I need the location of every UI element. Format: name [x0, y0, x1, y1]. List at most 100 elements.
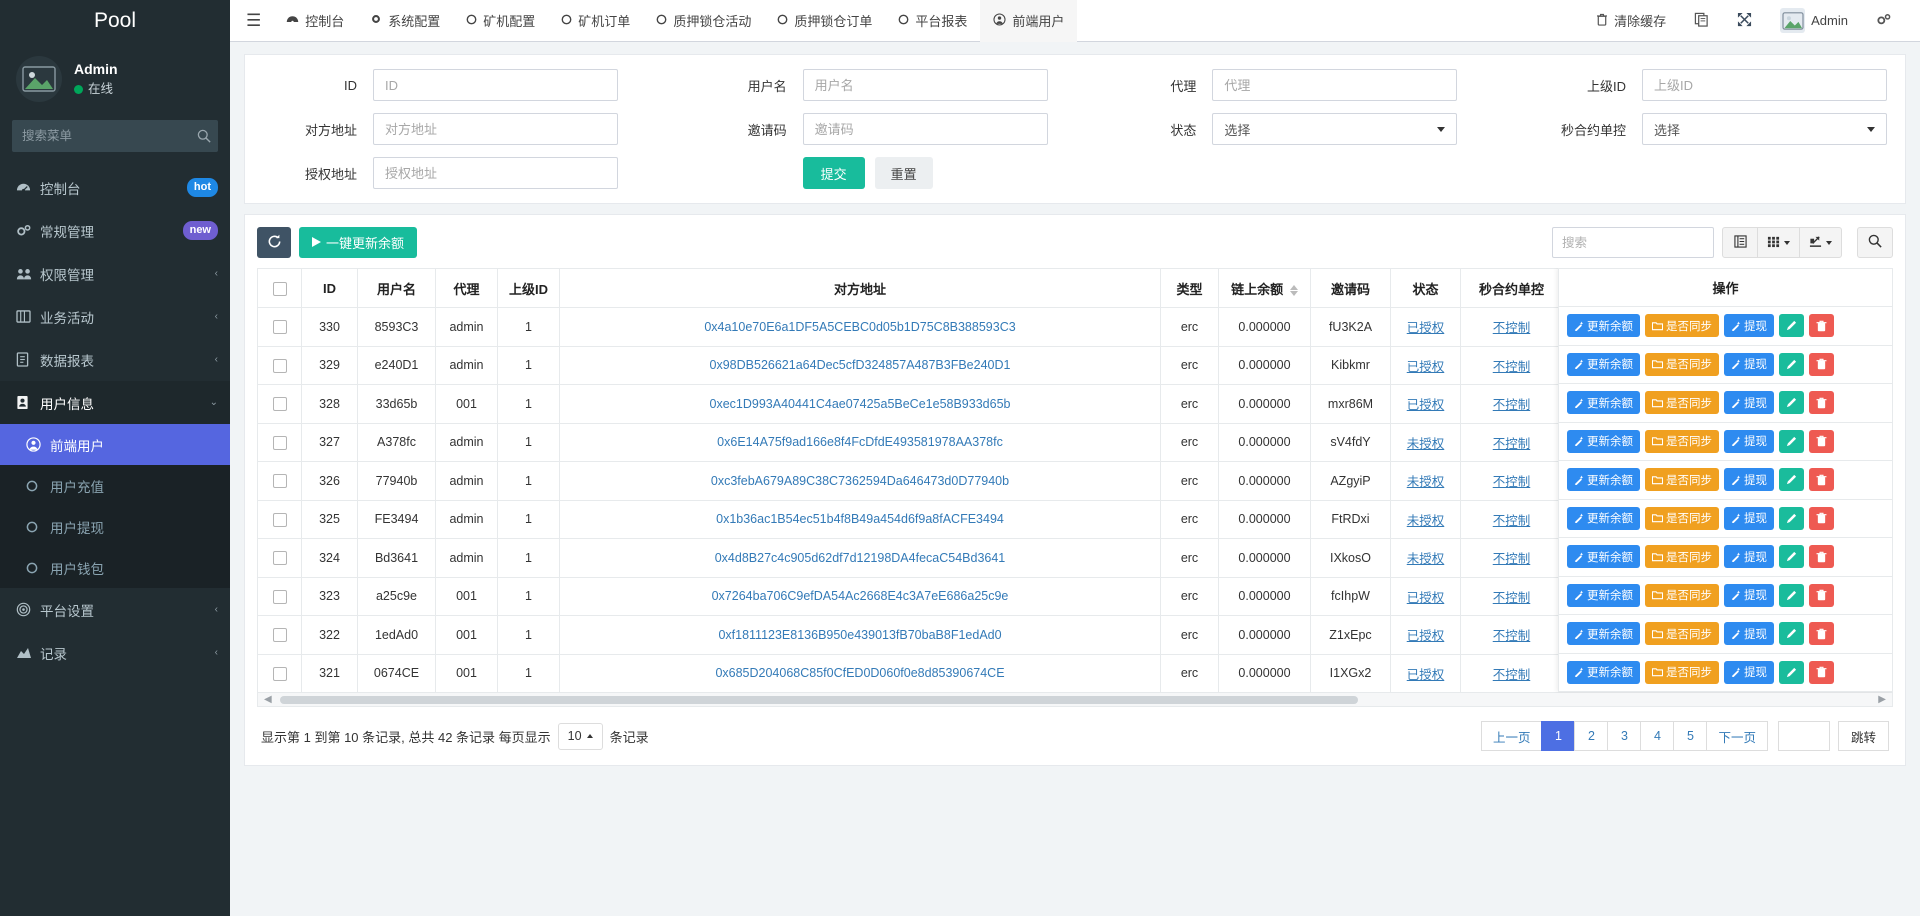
withdraw-button[interactable]: 提现	[1724, 352, 1774, 376]
col-balance[interactable]: 链上余额	[1218, 268, 1311, 308]
withdraw-button[interactable]: 提现	[1724, 314, 1774, 338]
edit-button[interactable]	[1779, 314, 1804, 338]
col-control[interactable]: 秒合约单控	[1460, 268, 1563, 308]
status-link[interactable]: 已授权	[1407, 321, 1445, 335]
col-username[interactable]: 用户名	[357, 268, 436, 308]
withdraw-button[interactable]: 提现	[1724, 622, 1774, 646]
sidebar-item-frontend-user[interactable]: 前端用户	[0, 424, 230, 465]
withdraw-button[interactable]: 提现	[1724, 429, 1774, 453]
row-checkbox[interactable]	[272, 551, 287, 566]
tab-pledge-lock-order[interactable]: 质押锁仓订单	[764, 0, 885, 42]
delete-button[interactable]	[1809, 314, 1834, 338]
delete-button[interactable]	[1809, 352, 1834, 376]
update-balance-button[interactable]: 更新余额	[1567, 468, 1640, 492]
address-link[interactable]: 0xf1811123E8136B950e439013fB70baB8F1edAd…	[718, 628, 1001, 642]
control-link[interactable]: 不控制	[1493, 668, 1531, 682]
status-link[interactable]: 已授权	[1407, 398, 1445, 412]
row-checkbox[interactable]	[272, 474, 287, 489]
select-all-checkbox[interactable]	[272, 281, 287, 296]
sync-toggle-button[interactable]: 是否同步	[1645, 352, 1719, 376]
clear-cache-button[interactable]: 清除缓存	[1582, 0, 1680, 42]
control-link[interactable]: 不控制	[1493, 360, 1531, 374]
withdraw-button[interactable]: 提现	[1724, 506, 1774, 530]
status-link[interactable]: 已授权	[1407, 629, 1445, 643]
delete-button[interactable]	[1809, 391, 1834, 415]
scrollbar-thumb[interactable]	[280, 695, 1359, 704]
sync-toggle-button[interactable]: 是否同步	[1645, 622, 1719, 646]
search-select-second-contract-control[interactable]: 选择	[1641, 113, 1887, 145]
search-input-invite-code[interactable]	[802, 113, 1048, 145]
update-balance-button[interactable]: 更新余额	[1567, 429, 1640, 453]
update-balance-button[interactable]: 更新余额	[1567, 391, 1640, 415]
sidebar-item-data-report[interactable]: 数据报表 ‹	[0, 338, 230, 381]
row-checkbox[interactable]	[272, 397, 287, 412]
address-link[interactable]: 0x6E14A75f9ad166e8f4FcDfdE493581978AA378…	[717, 435, 1003, 449]
sidebar-item-platform-settings[interactable]: 平台设置 ‹	[0, 588, 230, 631]
update-balance-button[interactable]: 更新余额	[1567, 583, 1640, 607]
sidebar-item-dashboard[interactable]: 控制台 hot	[0, 166, 230, 209]
row-checkbox[interactable]	[272, 512, 287, 527]
tab-dashboard[interactable]: 控制台	[273, 0, 357, 42]
delete-button[interactable]	[1809, 583, 1834, 607]
next-page-button[interactable]: 下一页	[1706, 721, 1768, 751]
user-menu-button[interactable]: Admin	[1766, 0, 1862, 42]
tab-frontend-user[interactable]: 前端用户	[980, 0, 1078, 42]
table-search-input[interactable]	[1552, 227, 1714, 258]
status-link[interactable]: 未授权	[1407, 475, 1445, 489]
sidebar-item-user-wallet[interactable]: 用户钱包	[0, 547, 230, 588]
row-checkbox[interactable]	[272, 358, 287, 373]
export-dropdown-button[interactable]	[1799, 227, 1842, 258]
edit-button[interactable]	[1779, 660, 1804, 684]
address-link[interactable]: 0x7264ba706C9efDA54Ac2668E4c3A7eE686a25c…	[712, 589, 1009, 603]
refresh-button[interactable]	[257, 227, 291, 258]
search-input-username[interactable]	[802, 69, 1048, 101]
withdraw-button[interactable]: 提现	[1724, 545, 1774, 569]
delete-button[interactable]	[1809, 429, 1834, 453]
row-checkbox[interactable]	[272, 628, 287, 643]
status-link[interactable]: 已授权	[1407, 668, 1445, 682]
sync-toggle-button[interactable]: 是否同步	[1645, 583, 1719, 607]
page-button-1[interactable]: 1	[1541, 721, 1576, 751]
page-size-selector[interactable]: 10	[557, 722, 603, 750]
scroll-right-arrow-icon[interactable]: ▶	[1878, 694, 1886, 705]
scroll-left-arrow-icon[interactable]: ◀	[264, 694, 272, 705]
copy-button[interactable]	[1680, 0, 1723, 42]
settings-button[interactable]	[1862, 0, 1906, 42]
edit-button[interactable]	[1779, 352, 1804, 376]
withdraw-button[interactable]: 提现	[1724, 468, 1774, 492]
delete-button[interactable]	[1809, 622, 1834, 646]
sync-toggle-button[interactable]: 是否同步	[1645, 429, 1719, 453]
page-button-4[interactable]: 4	[1640, 721, 1675, 751]
row-checkbox[interactable]	[272, 589, 287, 604]
update-balance-button[interactable]: 更新余额	[1567, 506, 1640, 530]
tab-platform-report[interactable]: 平台报表	[885, 0, 980, 42]
columns-toggle-button[interactable]	[1722, 227, 1758, 258]
address-link[interactable]: 0xec1D993A40441C4ae07425a5BeCe1e58B933d6…	[710, 397, 1011, 411]
page-button-5[interactable]: 5	[1673, 721, 1708, 751]
search-input-agent[interactable]	[1212, 69, 1458, 101]
control-link[interactable]: 不控制	[1493, 514, 1531, 528]
search-input-parent-id[interactable]	[1641, 69, 1887, 101]
delete-button[interactable]	[1809, 545, 1834, 569]
tab-miner-config[interactable]: 矿机配置	[453, 0, 548, 42]
search-select-status[interactable]: 选择	[1212, 113, 1458, 145]
status-link[interactable]: 未授权	[1407, 514, 1445, 528]
search-input-counterparty-address[interactable]	[373, 113, 618, 145]
col-type[interactable]: 类型	[1160, 268, 1219, 308]
status-link[interactable]: 已授权	[1407, 591, 1445, 605]
edit-button[interactable]	[1779, 391, 1804, 415]
col-parent-id[interactable]: 上级ID	[497, 268, 560, 308]
menu-search-input[interactable]	[12, 129, 193, 143]
control-link[interactable]: 不控制	[1493, 437, 1531, 451]
row-checkbox[interactable]	[272, 320, 287, 335]
sidebar-item-records[interactable]: 记录 ‹	[0, 631, 230, 674]
page-button-2[interactable]: 2	[1574, 721, 1609, 751]
page-button-3[interactable]: 3	[1607, 721, 1642, 751]
sync-toggle-button[interactable]: 是否同步	[1645, 391, 1719, 415]
sidebar-item-user-withdraw[interactable]: 用户提现	[0, 506, 230, 547]
withdraw-button[interactable]: 提现	[1724, 391, 1774, 415]
status-link[interactable]: 未授权	[1407, 552, 1445, 566]
sidebar-toggle-button[interactable]: ☰	[246, 11, 273, 31]
col-address[interactable]: 对方地址	[559, 268, 1161, 308]
address-link[interactable]: 0x685D204068C85f0CfED0D060f0e8d85390674C…	[715, 666, 1004, 680]
